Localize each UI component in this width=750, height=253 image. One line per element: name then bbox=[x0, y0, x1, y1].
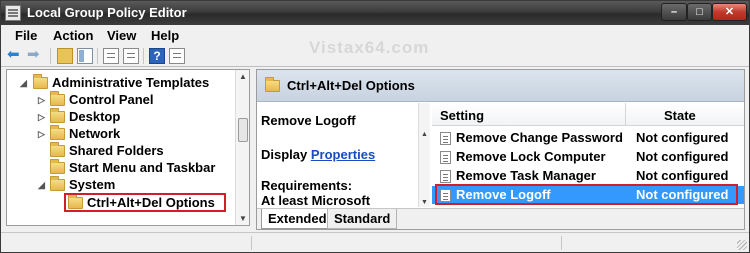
tree-item-label: Shared Folders bbox=[69, 143, 164, 158]
scroll-down-icon[interactable]: ▼ bbox=[239, 214, 247, 223]
column-header-setting[interactable]: Setting bbox=[440, 108, 484, 123]
list-row-remove-change-password[interactable]: Remove Change Password Not configured bbox=[432, 129, 744, 147]
column-divider[interactable] bbox=[625, 103, 626, 125]
forward-arrow-icon[interactable]: ➡ bbox=[27, 47, 43, 64]
navigation-tree: ◢ Administrative Templates ▷ Control Pan… bbox=[6, 69, 250, 226]
collapse-arrow-icon[interactable]: ◢ bbox=[38, 180, 46, 190]
minimize-button[interactable]: – bbox=[661, 3, 687, 21]
display-properties: Display Properties bbox=[261, 147, 375, 162]
display-label: Display bbox=[261, 147, 308, 162]
help-icon[interactable]: ? bbox=[149, 48, 165, 64]
tree-item-desktop[interactable]: ▷ Desktop bbox=[7, 108, 235, 125]
row-state: Not configured bbox=[636, 149, 729, 164]
tree-item-label: Control Panel bbox=[69, 92, 154, 107]
folder-icon bbox=[265, 77, 280, 92]
details-header: Ctrl+Alt+Del Options bbox=[257, 70, 744, 102]
status-separator bbox=[251, 236, 252, 250]
folder-icon bbox=[50, 91, 65, 106]
collapse-arrow-icon[interactable]: ◢ bbox=[20, 78, 28, 88]
row-setting: Remove Change Password bbox=[456, 130, 623, 145]
title-bar[interactable]: Local Group Policy Editor – □ ✕ bbox=[1, 1, 749, 25]
tree-item-system[interactable]: ◢ System bbox=[7, 176, 235, 193]
tree-item-start-menu-taskbar[interactable]: Start Menu and Taskbar bbox=[7, 159, 235, 176]
requirements-value: At least Microsoft bbox=[261, 193, 371, 208]
scroll-thumb[interactable] bbox=[238, 118, 248, 142]
policy-setting-icon bbox=[440, 170, 451, 183]
description-scrollbar[interactable]: ▲ ▼ bbox=[418, 103, 430, 207]
tree-item-label: Administrative Templates bbox=[52, 75, 210, 90]
folder-icon bbox=[50, 125, 65, 140]
expand-arrow-icon[interactable]: ▷ bbox=[38, 95, 46, 105]
selected-row-highlight bbox=[435, 184, 738, 205]
properties-link[interactable]: Properties bbox=[311, 147, 375, 162]
tab-extended[interactable]: Extended bbox=[261, 209, 334, 229]
expand-arrow-icon[interactable]: ▷ bbox=[38, 129, 46, 139]
window-title: Local Group Policy Editor bbox=[27, 5, 187, 20]
menu-file[interactable]: File bbox=[15, 28, 37, 43]
up-folder-icon[interactable] bbox=[57, 48, 73, 64]
expand-arrow-icon[interactable]: ▷ bbox=[38, 112, 46, 122]
row-setting: Remove Lock Computer bbox=[456, 149, 606, 164]
list-row-remove-lock-computer[interactable]: Remove Lock Computer Not configured bbox=[432, 148, 744, 166]
description-title: Remove Logoff bbox=[261, 113, 356, 128]
status-separator bbox=[561, 236, 562, 250]
back-arrow-icon[interactable]: ⬅ bbox=[7, 47, 23, 64]
folder-icon bbox=[50, 108, 65, 123]
tree-item-shared-folders[interactable]: Shared Folders bbox=[7, 142, 235, 159]
folder-icon bbox=[33, 74, 48, 89]
row-setting: Remove Task Manager bbox=[456, 168, 596, 183]
view-tabs: Extended Standard bbox=[257, 208, 744, 229]
description-panel: Remove Logoff Display Properties Require… bbox=[257, 103, 430, 208]
tree-item-label: Network bbox=[69, 126, 121, 141]
folder-icon bbox=[50, 159, 65, 174]
policy-setting-icon bbox=[440, 132, 451, 145]
menu-action[interactable]: Action bbox=[53, 28, 93, 43]
folder-icon bbox=[50, 142, 65, 157]
tree-item-network[interactable]: ▷ Network bbox=[7, 125, 235, 142]
tree-item-label: Desktop bbox=[69, 109, 121, 124]
tree-item-control-panel[interactable]: ▷ Control Panel bbox=[7, 91, 235, 108]
details-header-title: Ctrl+Alt+Del Options bbox=[287, 78, 415, 93]
app-window: Local Group Policy Editor – □ ✕ File Act… bbox=[0, 0, 750, 253]
menu-view[interactable]: View bbox=[107, 28, 136, 43]
status-bar bbox=[1, 232, 749, 252]
app-icon bbox=[5, 5, 21, 21]
scroll-up-icon[interactable]: ▲ bbox=[421, 131, 428, 138]
details-pane: Ctrl+Alt+Del Options Remove Logoff Displ… bbox=[256, 69, 745, 230]
toolbar-separator bbox=[97, 48, 98, 64]
policy-setting-icon bbox=[440, 151, 451, 164]
folder-icon bbox=[50, 176, 65, 191]
list-header: Setting State bbox=[432, 103, 744, 126]
tree-item-label: Start Menu and Taskbar bbox=[69, 160, 216, 175]
requirements-label: Requirements: bbox=[261, 178, 353, 193]
scroll-down-icon[interactable]: ▼ bbox=[421, 199, 428, 206]
tree-item-label: System bbox=[69, 177, 116, 192]
close-button[interactable]: ✕ bbox=[712, 3, 747, 21]
tree-scrollbar[interactable]: ▲ ▼ bbox=[235, 70, 249, 225]
properties-icon[interactable] bbox=[103, 48, 119, 64]
row-state: Not configured bbox=[636, 130, 729, 145]
column-header-state[interactable]: State bbox=[664, 108, 696, 123]
tab-standard[interactable]: Standard bbox=[327, 209, 398, 229]
toolbar-separator bbox=[50, 48, 51, 64]
maximize-button[interactable]: □ bbox=[687, 3, 712, 21]
selected-tree-item-highlight bbox=[64, 193, 226, 212]
show-hide-tree-icon[interactable] bbox=[77, 48, 93, 64]
list-row-remove-task-manager[interactable]: Remove Task Manager Not configured bbox=[432, 167, 744, 185]
filter-icon[interactable] bbox=[169, 48, 185, 64]
toolbar-separator bbox=[143, 48, 144, 64]
menu-help[interactable]: Help bbox=[151, 28, 179, 43]
export-list-icon[interactable] bbox=[123, 48, 139, 64]
watermark: Vistax64.com bbox=[309, 38, 430, 57]
tree-item-administrative-templates[interactable]: ◢ Administrative Templates bbox=[7, 74, 235, 91]
resize-grip-icon[interactable] bbox=[737, 240, 747, 250]
scroll-up-icon[interactable]: ▲ bbox=[239, 72, 247, 81]
row-state: Not configured bbox=[636, 168, 729, 183]
